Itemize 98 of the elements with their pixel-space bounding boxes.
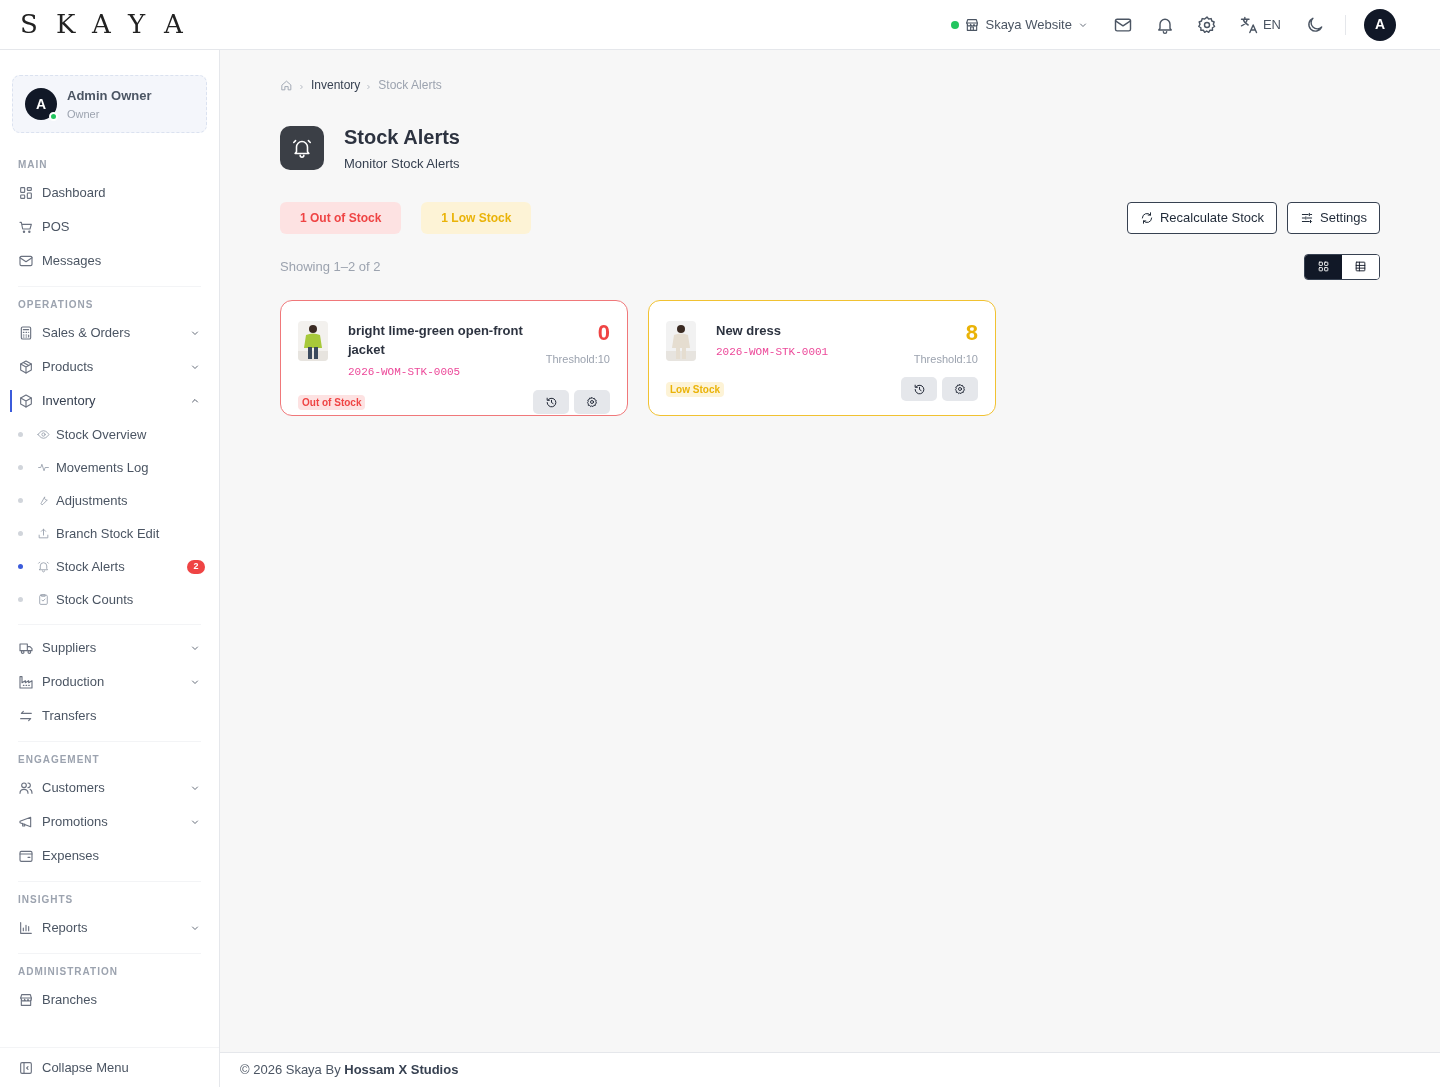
- threshold-text: Threshold:10: [913, 351, 978, 367]
- sidebar-item[interactable]: Production: [12, 665, 207, 699]
- copyright-text: © 2026 Skaya By Hossam X Studios: [240, 1061, 459, 1080]
- settings-button[interactable]: Settings: [1287, 201, 1380, 234]
- sidebar-item[interactable]: Sales & Orders: [12, 316, 207, 350]
- summary-chip: 1 Out of Stock: [280, 201, 402, 234]
- settings-icon: [586, 396, 598, 408]
- mail-icon: [18, 253, 34, 269]
- bell-icon: [37, 560, 50, 573]
- user-role: Owner: [67, 106, 101, 122]
- sidebar-item[interactable]: Expenses: [12, 839, 207, 873]
- history-icon: [544, 395, 558, 409]
- store-icon: [18, 992, 34, 1008]
- product-name: New dress: [716, 321, 783, 340]
- avatar[interactable]: A: [1364, 8, 1396, 41]
- grid-view-button[interactable]: [1305, 254, 1342, 279]
- dashboard-icon: [18, 185, 34, 201]
- submenu-item[interactable]: Branch Stock Edit: [12, 517, 207, 550]
- arrows-icon: [18, 708, 34, 724]
- sliders-icon: [1300, 210, 1314, 225]
- status-badge: Low Stock: [666, 381, 724, 397]
- wrench-icon: [37, 494, 50, 507]
- logo-letter: S: [20, 8, 39, 41]
- calculator-icon: [18, 325, 34, 341]
- factory-icon: [18, 674, 34, 690]
- sidebar-item[interactable]: Messages: [12, 244, 207, 278]
- settings-button[interactable]: [942, 377, 978, 401]
- pulse-icon: [37, 461, 50, 474]
- sidebar-item[interactable]: Transfers: [12, 699, 207, 733]
- avatar: A: [25, 88, 57, 120]
- home-icon: [280, 78, 293, 92]
- sidebar-item[interactable]: Inventory: [12, 384, 207, 418]
- page-subtitle: Monitor Stock Alerts: [344, 155, 460, 173]
- sidebar-item[interactable]: Promotions: [12, 805, 207, 839]
- submenu-item[interactable]: Adjustments: [12, 484, 207, 517]
- language-button[interactable]: EN: [1238, 14, 1281, 35]
- settings-button[interactable]: [1196, 14, 1217, 35]
- megaphone-icon: [18, 814, 34, 830]
- store-selector[interactable]: Skaya Website: [951, 14, 1089, 35]
- eye-icon: [37, 428, 50, 441]
- page-title: Stock Alerts: [344, 125, 460, 150]
- logo-letter: A: [164, 8, 184, 41]
- collapse-menu-button[interactable]: Collapse Menu: [18, 1057, 129, 1078]
- sidebar-item[interactable]: Branches: [12, 983, 207, 1017]
- product-name: bright lime-green open-front jacket: [348, 321, 524, 359]
- status-badge: Out of Stock: [298, 394, 366, 410]
- sidebar-item[interactable]: Dashboard: [12, 176, 207, 210]
- settings-icon: [1196, 14, 1217, 35]
- collapse-icon: [18, 1059, 34, 1076]
- section-heading: INSIGHTS: [17, 893, 75, 907]
- history-button[interactable]: [533, 390, 569, 414]
- submenu-item[interactable]: Stock Overview: [12, 418, 207, 451]
- table-icon: [1354, 260, 1367, 273]
- wallet-icon: [18, 848, 34, 864]
- users-icon: [18, 780, 34, 796]
- cart-icon: [18, 219, 34, 235]
- clipboard-icon: [37, 593, 50, 606]
- recalculate-button[interactable]: Recalculate Stock: [1126, 201, 1277, 234]
- breadcrumb-current: Stock Alerts: [378, 77, 442, 94]
- upload-icon: [37, 527, 50, 540]
- settings-icon: [954, 383, 966, 395]
- submenu-item[interactable]: Stock Counts: [12, 583, 207, 616]
- translate-icon: [1238, 14, 1259, 35]
- results-count: Showing 1–2 of 2: [280, 257, 381, 276]
- user-name: Admin Owner: [67, 87, 152, 105]
- section-heading: ENGAGEMENT: [17, 753, 101, 767]
- submenu-item[interactable]: Movements Log: [12, 451, 207, 484]
- breadcrumb-link[interactable]: Inventory: [311, 76, 361, 94]
- sidebar-item[interactable]: Customers: [12, 771, 207, 805]
- store-icon: [964, 16, 981, 33]
- count-badge: 2: [187, 559, 205, 574]
- sku-code: 2026-WOM-STK-0005: [348, 364, 462, 380]
- submenu-item[interactable]: Stock Alerts 2: [12, 550, 207, 583]
- sidebar-item[interactable]: POS: [12, 210, 207, 244]
- history-icon: [912, 382, 926, 396]
- logo-letter: K: [56, 8, 77, 41]
- logo-letter: A: [92, 8, 112, 41]
- logo-letter: Y: [128, 8, 147, 41]
- grid-icon: [1317, 260, 1330, 273]
- sku-code: 2026-WOM-STK-0001: [716, 345, 829, 360]
- package-icon: [18, 359, 34, 375]
- threshold-text: Threshold:10: [545, 351, 610, 367]
- table-view-button[interactable]: [1342, 254, 1379, 279]
- settings-button[interactable]: [574, 390, 610, 414]
- summary-chip: 1 Low Stock: [421, 201, 532, 234]
- chart-icon: [18, 920, 34, 936]
- stock-quantity: 8: [965, 320, 978, 345]
- stock-quantity: 0: [597, 320, 610, 345]
- truck-icon: [18, 640, 34, 656]
- section-heading: OPERATIONS: [17, 298, 95, 312]
- section-heading: ADMINISTRATION: [17, 965, 119, 979]
- refresh-icon: [1139, 210, 1154, 225]
- section-heading: MAIN: [17, 158, 49, 172]
- sidebar-item[interactable]: Products: [12, 350, 207, 384]
- sidebar-item[interactable]: Suppliers: [12, 631, 207, 665]
- sidebar-item[interactable]: Reports: [12, 911, 207, 945]
- box-icon: [18, 393, 34, 409]
- history-button[interactable]: [901, 377, 937, 401]
